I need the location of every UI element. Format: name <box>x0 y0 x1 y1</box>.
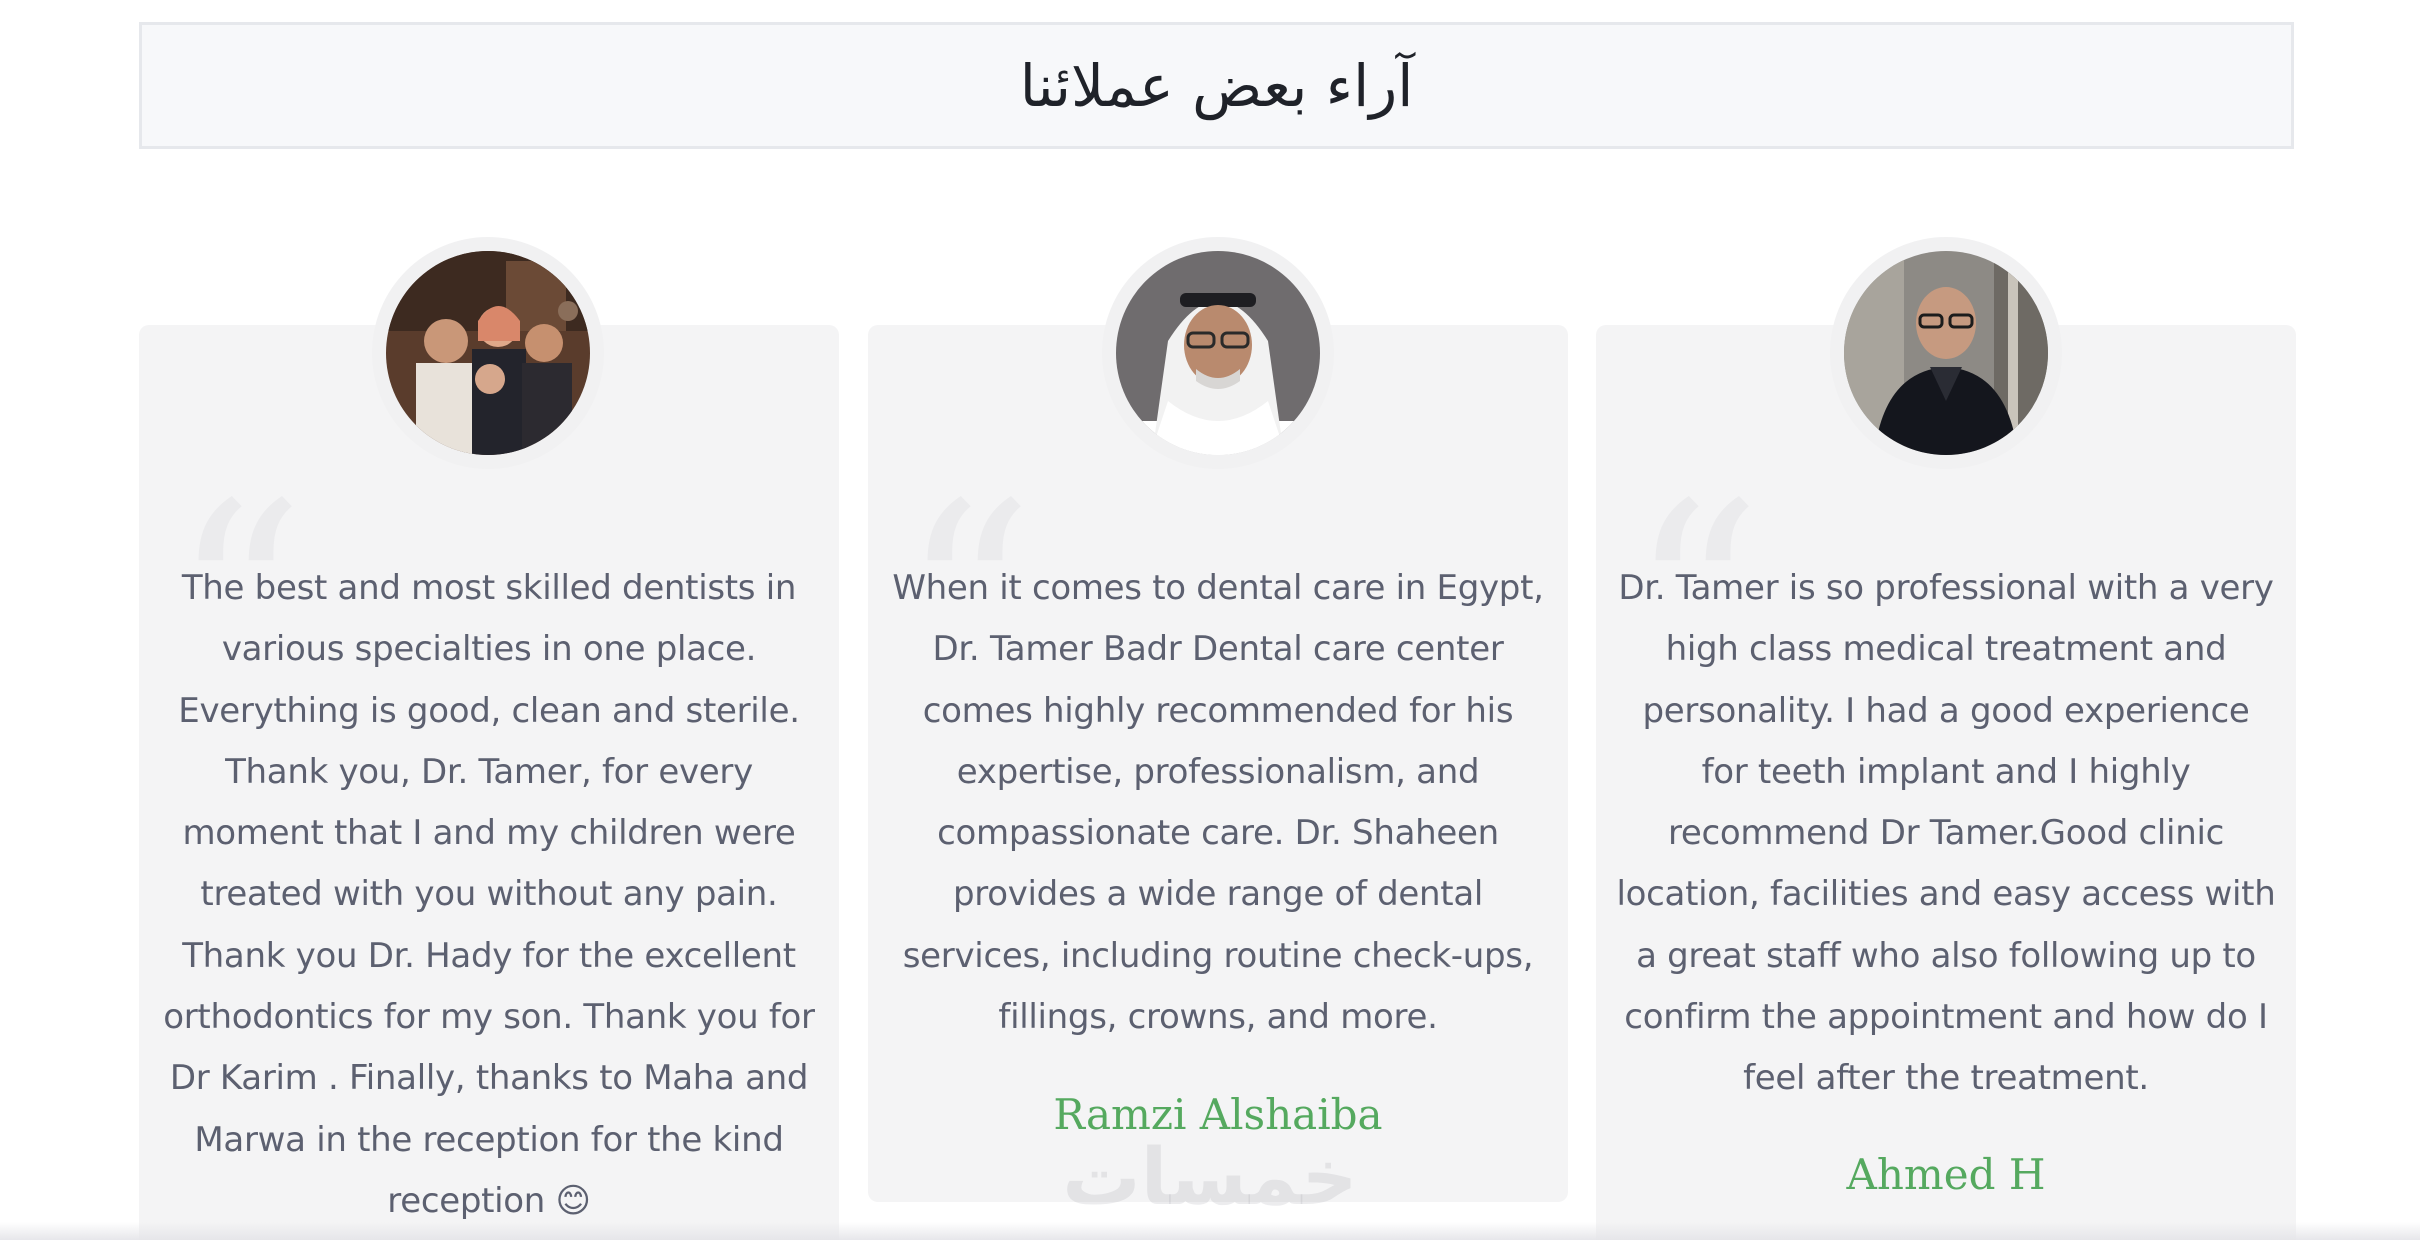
avatar-ring <box>1102 237 1334 469</box>
avatar-ring <box>1830 237 2062 469</box>
family-photo-icon <box>386 251 590 455</box>
bottom-shade <box>0 1222 2420 1240</box>
avatar-ring <box>372 237 604 469</box>
testimonial-text: The best and most skilled dentists in va… <box>163 568 815 1221</box>
section-title: آراء بعض عملائنا <box>1019 51 1414 120</box>
testimonial-text: Dr. Tamer is so professional with a very… <box>1616 568 2276 1099</box>
man-in-ghutra-photo-icon <box>1116 251 1320 455</box>
avatar <box>1844 251 2048 455</box>
section-header: آراء بعض عملائنا <box>139 22 2294 149</box>
man-with-glasses-photo-icon <box>1844 251 2048 455</box>
testimonial-text: When it comes to dental care in Egypt, D… <box>892 568 1544 1038</box>
watermark-logo: خمسات <box>1062 1133 1358 1223</box>
reviewer-name: Ahmed H <box>1846 1150 2046 1199</box>
avatar <box>1116 251 1320 455</box>
reviewer-name: Ramzi Alshaiba <box>1053 1090 1383 1139</box>
testimonials-page: آراء بعض عملائنا “ The best and most ski… <box>0 0 2420 1240</box>
avatar <box>386 251 590 455</box>
